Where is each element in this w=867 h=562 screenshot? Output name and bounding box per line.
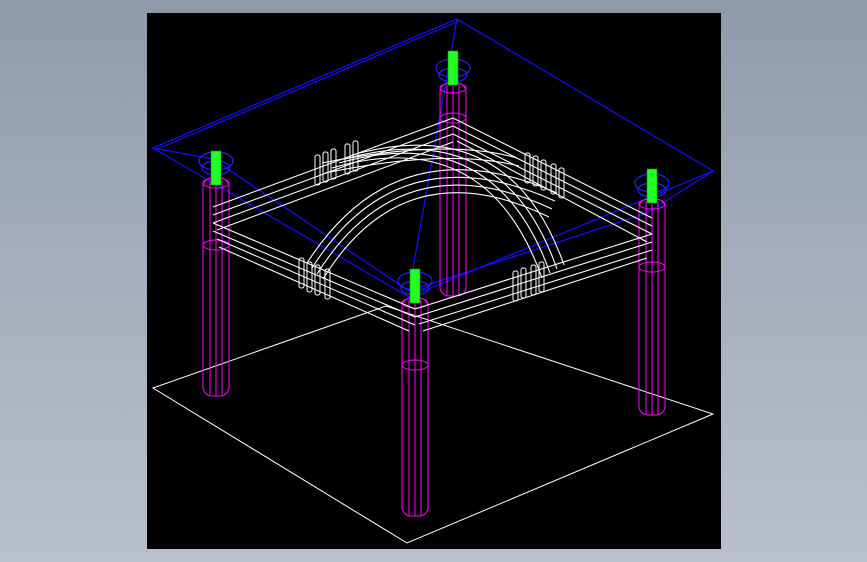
floor-outline	[151, 305, 715, 544]
cad-viewport[interactable]	[147, 13, 721, 549]
leg-back	[439, 82, 467, 297]
fittings	[198, 58, 670, 296]
leg-right	[638, 198, 666, 416]
wireframe-table-model	[151, 18, 715, 544]
frame-rails	[212, 117, 653, 332]
